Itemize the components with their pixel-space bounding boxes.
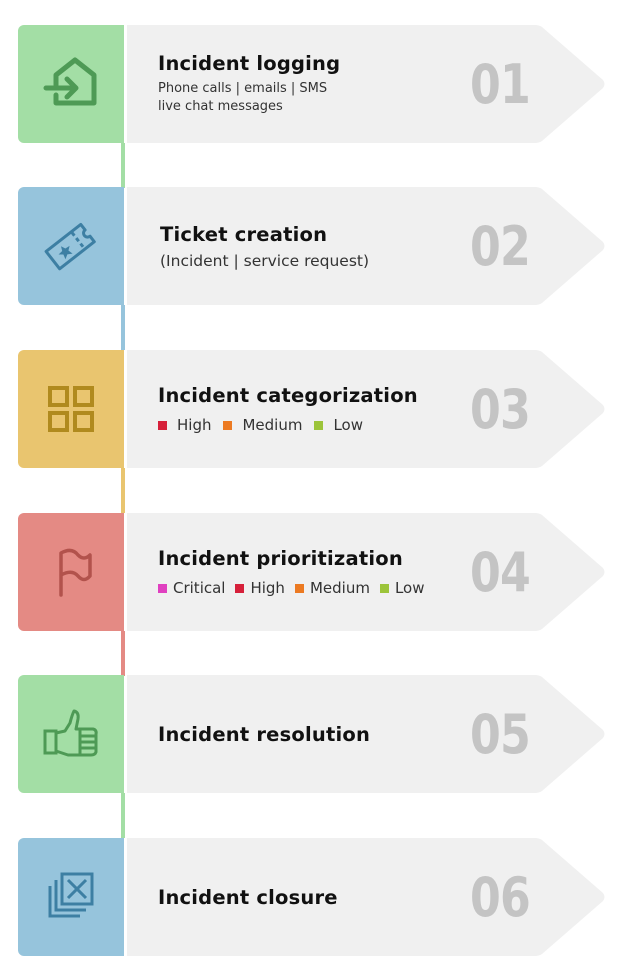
connector-line [121, 143, 125, 188]
legend-item-medium: Medium [223, 416, 302, 434]
house-enter-icon [43, 57, 97, 106]
step-card: Incident categorization High Medium Low … [127, 350, 607, 468]
step-card: Incident prioritization Critical High Me… [127, 513, 607, 631]
step-title: Incident resolution [158, 722, 371, 746]
legend-item-high: High [235, 579, 285, 597]
step-number: 02 [470, 214, 531, 278]
step-number: 06 [470, 865, 531, 929]
step-card: Ticket creation (Incident | service requ… [127, 187, 607, 305]
step-icon-tile [18, 675, 124, 793]
legend-label: Low [394, 579, 425, 597]
step-title: Ticket creation [160, 222, 328, 246]
legend-label: High [250, 579, 285, 597]
legend-item-low: Low [379, 579, 425, 597]
legend-label: Critical [173, 579, 226, 597]
priority-legend: Critical High Medium Low [158, 579, 478, 597]
legend-item-low: Low [314, 416, 363, 434]
legend-label: High [177, 416, 212, 434]
flag-icon [59, 548, 92, 597]
legend-swatch [379, 583, 389, 593]
step-card: Incident resolution 05 [127, 675, 607, 793]
step-1: Incident logging Phone calls | emails | … [0, 25, 618, 188]
step-subtitle: Phone calls | emails | SMS live chat mes… [158, 79, 478, 117]
step-icon-tile [18, 838, 124, 956]
step-card: Incident logging Phone calls | emails | … [127, 25, 607, 143]
legend-label: Low [333, 416, 364, 434]
legend-item-critical: Critical [158, 579, 225, 597]
legend-swatch [158, 420, 167, 430]
legend-swatch [235, 583, 245, 593]
connector-line [121, 631, 125, 676]
step-title: Incident categorization [158, 384, 418, 407]
connector-line [121, 305, 125, 350]
step-icon-tile [18, 25, 124, 143]
step-icon-tile [18, 187, 124, 305]
legend-swatch [158, 583, 167, 593]
legend-item-medium: Medium [294, 579, 370, 597]
step-icon-tile [18, 350, 124, 468]
step-number: 01 [470, 52, 531, 116]
step-2: Ticket creation (Incident | service requ… [0, 187, 618, 350]
step-4: Incident prioritization Critical High Me… [0, 513, 618, 676]
subtitle-line: Phone calls | emails | SMS [158, 80, 328, 96]
connector-line [121, 793, 125, 838]
ticket-icon [44, 222, 96, 271]
legend-label: Medium [309, 579, 370, 597]
legend-label: Medium [242, 416, 303, 434]
legend-item-high: High [158, 416, 211, 434]
step-number: 04 [470, 540, 531, 604]
step-6: Incident closure 06 [0, 838, 618, 956]
step-5: Incident resolution 05 [0, 675, 618, 838]
subtitle-line: live chat messages [158, 98, 283, 114]
step-card: Incident closure 06 [127, 838, 607, 956]
step-3: Incident categorization High Medium Low … [0, 350, 618, 513]
legend-swatch [294, 583, 304, 593]
step-number: 05 [470, 702, 531, 766]
close-stack-icon [48, 872, 94, 918]
thumbs-up-icon [43, 709, 98, 757]
step-title: Incident logging [158, 51, 341, 75]
step-title: Incident prioritization [158, 547, 403, 570]
step-subtitle: (Incident | service request) [160, 251, 370, 270]
step-icon-tile [18, 513, 124, 631]
step-number: 03 [470, 377, 531, 441]
severity-legend: High Medium Low [158, 416, 478, 434]
connector-line [121, 468, 125, 513]
step-title: Incident closure [158, 885, 338, 909]
legend-swatch [314, 420, 324, 430]
legend-swatch [223, 420, 233, 430]
grid-icon [48, 386, 94, 432]
